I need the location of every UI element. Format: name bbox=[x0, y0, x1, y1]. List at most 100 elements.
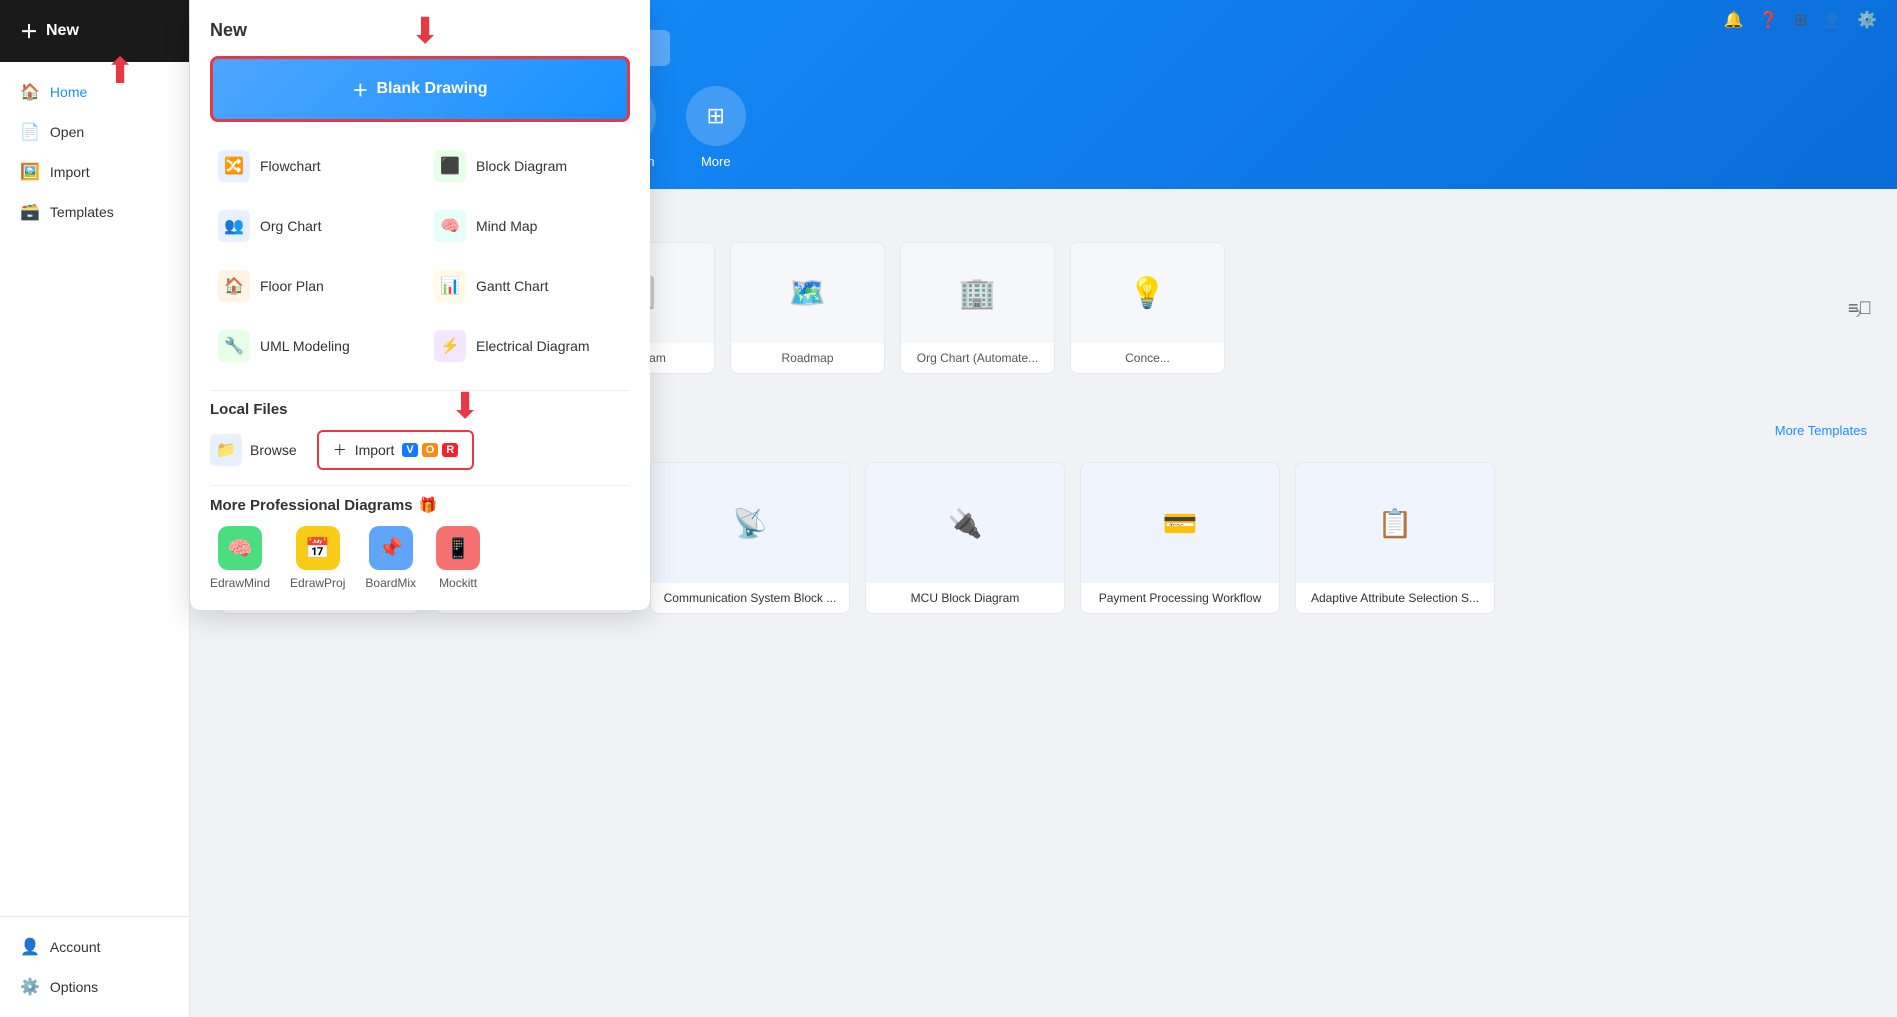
pro-apps: 🧠 EdrawMind 📅 EdrawProj 📌 BoardMix 📱 Moc… bbox=[210, 526, 630, 590]
diagram-type-label: Flowchart bbox=[260, 158, 321, 174]
new-button[interactable]: ＋ New bbox=[0, 0, 189, 62]
template-roadmap[interactable]: 🗺️ Roadmap bbox=[730, 242, 885, 374]
arrow-down-import-icon: ⬇ bbox=[450, 385, 480, 427]
sidebar-open-label: Open bbox=[50, 124, 84, 140]
uml-icon: 🔧 bbox=[218, 330, 250, 362]
template-thumb: 💡 bbox=[1071, 243, 1224, 343]
sidebar-item-templates[interactable]: 🗃️ Templates bbox=[0, 192, 189, 232]
filter-icon[interactable]: ≡⃝ bbox=[1848, 298, 1872, 319]
grid-icon[interactable]: ⊞ bbox=[1794, 10, 1807, 30]
more-templates-link[interactable]: More Templates bbox=[1775, 423, 1867, 438]
diagram-type-block-diagram[interactable]: ⬛ Block Diagram bbox=[426, 142, 630, 190]
diagram-type-org-chart[interactable]: 👥 Org Chart bbox=[210, 202, 414, 250]
personal-card-label: Communication System Block ... bbox=[651, 583, 849, 613]
edrawproj-label: EdrawProj bbox=[290, 576, 345, 590]
diagram-type-label: Gantt Chart bbox=[476, 278, 548, 294]
settings-icon[interactable]: ⚙️ bbox=[1857, 10, 1877, 30]
pro-title-text: More Professional Diagrams bbox=[210, 497, 413, 514]
personal-card-label: Payment Processing Workflow bbox=[1081, 583, 1279, 613]
template-thumb: 🏢 bbox=[901, 243, 1054, 343]
pro-app-boardmix[interactable]: 📌 BoardMix bbox=[365, 526, 416, 590]
arrow-up-new-icon: ⬆ bbox=[105, 50, 135, 92]
diagram-type-label: Mind Map bbox=[476, 218, 537, 234]
sidebar-item-options[interactable]: ⚙️ Options bbox=[0, 967, 189, 1007]
divider bbox=[210, 390, 630, 391]
diagram-type-gantt-chart[interactable]: 📊 Gantt Chart bbox=[426, 262, 630, 310]
more-label: More bbox=[701, 154, 731, 169]
personal-card-mcu[interactable]: 🔌 MCU Block Diagram bbox=[865, 462, 1065, 614]
divider-2 bbox=[210, 485, 630, 486]
personal-card-label: Adaptive Attribute Selection S... bbox=[1296, 583, 1494, 613]
mockitt-icon: 📱 bbox=[436, 526, 480, 570]
more-circle: ⊞ bbox=[686, 86, 746, 146]
diagram-type-grid: 🔀 Flowchart ⬛ Block Diagram 👥 Org Chart … bbox=[210, 142, 630, 370]
browse-button[interactable]: 📁 Browse bbox=[210, 434, 297, 466]
import-button[interactable]: ＋ Import V O R bbox=[317, 430, 475, 470]
browse-icon: 📁 bbox=[210, 434, 242, 466]
personal-thumb: 📋 bbox=[1296, 463, 1494, 583]
browse-label: Browse bbox=[250, 442, 297, 458]
pro-app-edrawmind[interactable]: 🧠 EdrawMind bbox=[210, 526, 270, 590]
mind-map-icon: 🧠 bbox=[434, 210, 466, 242]
new-dropdown: New ＋ Blank Drawing 🔀 Flowchart ⬛ Block … bbox=[190, 0, 650, 610]
template-label: Roadmap bbox=[731, 343, 884, 373]
personal-card-payment[interactable]: 💳 Payment Processing Workflow bbox=[1080, 462, 1280, 614]
personal-thumb: 🔌 bbox=[866, 463, 1064, 583]
sidebar-item-import[interactable]: 🖼️ Import bbox=[0, 152, 189, 192]
sidebar-templates-label: Templates bbox=[50, 204, 114, 220]
file-icon-v: V bbox=[402, 443, 417, 457]
notification-icon[interactable]: 🔔 bbox=[1724, 10, 1744, 30]
import-icon: 🖼️ bbox=[20, 162, 40, 182]
arrow-down-top-icon: ⬇ bbox=[410, 10, 440, 52]
flowchart-icon: 🔀 bbox=[218, 150, 250, 182]
personal-thumb: 💳 bbox=[1081, 463, 1279, 583]
file-icon-o: O bbox=[422, 443, 439, 457]
sidebar-options-label: Options bbox=[50, 979, 98, 995]
file-icon-r: R bbox=[442, 443, 458, 457]
pro-app-mockitt[interactable]: 📱 Mockitt bbox=[436, 526, 480, 590]
diagram-type-label: Block Diagram bbox=[476, 158, 567, 174]
template-org-chart[interactable]: 🏢 Org Chart (Automate... bbox=[900, 242, 1055, 374]
personal-card-comm-system[interactable]: 📡 Communication System Block ... bbox=[650, 462, 850, 614]
template-concept[interactable]: 💡 Conce... bbox=[1070, 242, 1225, 374]
org-chart-icon: 👥 bbox=[218, 210, 250, 242]
pro-app-edrawproj[interactable]: 📅 EdrawProj bbox=[290, 526, 345, 590]
topbar-icons: 🔔 ❓ ⊞ 👤 ⚙️ bbox=[1724, 10, 1877, 30]
diagram-type-uml[interactable]: 🔧 UML Modeling bbox=[210, 322, 414, 370]
gift-icon: 🎁 bbox=[419, 496, 438, 514]
edrawmind-icon: 🧠 bbox=[218, 526, 262, 570]
local-files-title: Local Files bbox=[210, 401, 630, 418]
sidebar-item-home[interactable]: 🏠 Home bbox=[0, 72, 189, 112]
electrical-icon: ⚡ bbox=[434, 330, 466, 362]
sidebar: ＋ New 🏠 Home 📄 Open 🖼️ Import 🗃️ Templat… bbox=[0, 0, 190, 1017]
block-diagram-icon: ⬛ bbox=[434, 150, 466, 182]
category-more[interactable]: ⊞ More bbox=[686, 86, 746, 169]
sidebar-home-label: Home bbox=[50, 84, 87, 100]
diagram-type-label: UML Modeling bbox=[260, 338, 350, 354]
new-button-label: New bbox=[46, 22, 79, 40]
gantt-chart-icon: 📊 bbox=[434, 270, 466, 302]
import-label: Import bbox=[355, 442, 395, 458]
personal-thumb: 📡 bbox=[651, 463, 849, 583]
pro-diagrams-title: More Professional Diagrams 🎁 bbox=[210, 496, 630, 514]
edrawmind-label: EdrawMind bbox=[210, 576, 270, 590]
template-thumb: 🗺️ bbox=[731, 243, 884, 343]
edrawproj-icon: 📅 bbox=[296, 526, 340, 570]
user-icon[interactable]: 👤 bbox=[1822, 10, 1842, 30]
diagram-type-mind-map[interactable]: 🧠 Mind Map bbox=[426, 202, 630, 250]
sidebar-account-label: Account bbox=[50, 939, 101, 955]
options-icon: ⚙️ bbox=[20, 977, 40, 997]
boardmix-label: BoardMix bbox=[365, 576, 416, 590]
diagram-type-electrical[interactable]: ⚡ Electrical Diagram bbox=[426, 322, 630, 370]
diagram-type-label: Org Chart bbox=[260, 218, 321, 234]
sidebar-item-account[interactable]: 👤 Account bbox=[0, 927, 189, 967]
blank-drawing-button[interactable]: ＋ Blank Drawing bbox=[210, 56, 630, 122]
plus-icon: ＋ bbox=[20, 18, 38, 44]
help-icon[interactable]: ❓ bbox=[1759, 10, 1779, 30]
personal-card-adaptive[interactable]: 📋 Adaptive Attribute Selection S... bbox=[1295, 462, 1495, 614]
sidebar-item-open[interactable]: 📄 Open bbox=[0, 112, 189, 152]
sidebar-bottom: 👤 Account ⚙️ Options bbox=[0, 916, 189, 1017]
diagram-type-floor-plan[interactable]: 🏠 Floor Plan bbox=[210, 262, 414, 310]
open-icon: 📄 bbox=[20, 122, 40, 142]
diagram-type-flowchart[interactable]: 🔀 Flowchart bbox=[210, 142, 414, 190]
